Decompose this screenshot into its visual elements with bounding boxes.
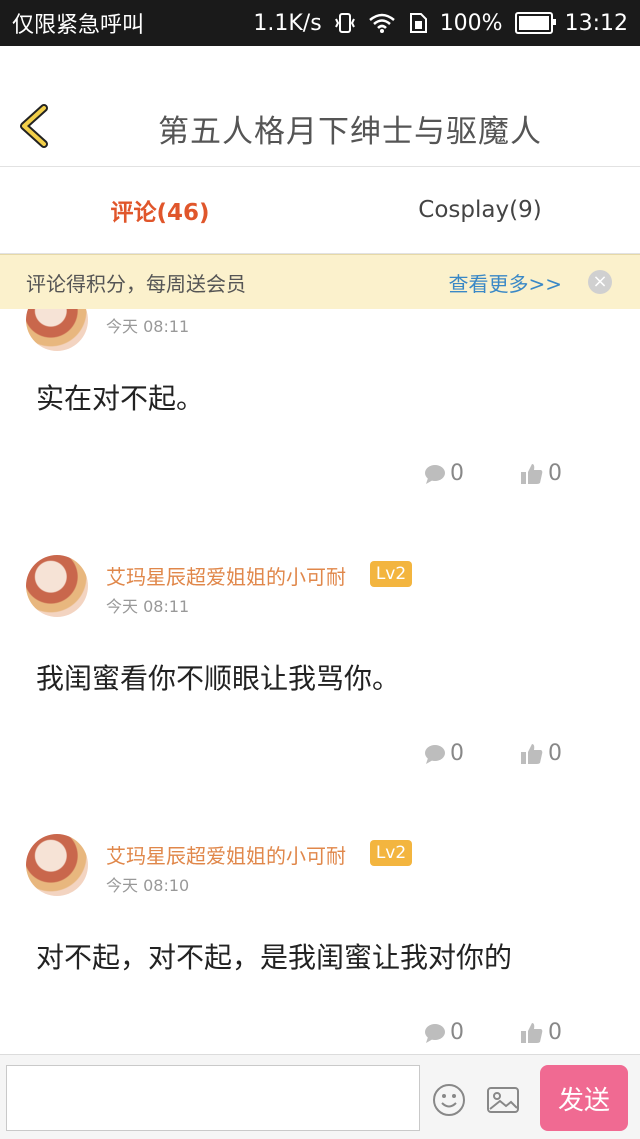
avatar[interactable]	[26, 834, 88, 896]
emoji-icon[interactable]	[432, 1083, 466, 1117]
username[interactable]: 艾玛星辰超爱姐姐的小可耐	[106, 840, 346, 869]
comment-item: 艾玛星辰超爱姐姐的小可耐 Lv2 今天 08:11 我闺蜜看你不顺眼让我骂你。 …	[0, 529, 640, 810]
comment-text: 我闺蜜看你不顺眼让我骂你。	[36, 662, 401, 695]
reply-count: 0	[450, 741, 464, 766]
reply-button[interactable]: 0	[424, 1020, 464, 1045]
reply-count: 0	[450, 1020, 464, 1045]
banner-text: 评论得积分，每周送会员	[26, 271, 246, 296]
thumbs-up-icon	[521, 743, 543, 764]
reply-count: 0	[450, 461, 464, 486]
carrier-text: 仅限紧急呼叫	[12, 13, 145, 38]
reply-button[interactable]: 0	[424, 461, 464, 486]
avatar[interactable]	[26, 309, 88, 351]
status-icons: 1.1K/s 100% 13:12	[253, 11, 628, 36]
username[interactable]: 艾玛星辰超爱姐姐的小可耐	[106, 561, 346, 590]
close-icon[interactable]: ×	[588, 270, 612, 294]
like-button[interactable]: 0	[520, 1020, 562, 1045]
comment-item: 今天 08:11 实在对不起。 0 0	[0, 309, 640, 530]
level-badge: Lv2	[370, 840, 412, 866]
clock: 13:12	[564, 10, 628, 36]
page-title: 第五人格月下绅士与驱魔人	[158, 114, 542, 150]
network-speed: 1.1K/s	[253, 10, 322, 36]
comment-text: 实在对不起。	[36, 382, 205, 415]
thumbs-up-icon	[521, 463, 543, 484]
tab-cosplay[interactable]: Cosplay(9)	[320, 167, 640, 253]
comment-time: 今天 08:11	[106, 317, 190, 336]
thumbs-up-icon	[521, 1022, 543, 1043]
like-button[interactable]: 0	[520, 461, 562, 486]
like-count: 0	[548, 461, 562, 486]
sim-icon	[409, 13, 427, 33]
comment-input-bar: 发送	[0, 1054, 640, 1139]
status-bar: 仅限紧急呼叫 1.1K/s 100% 13:12	[0, 0, 640, 46]
comment-item: 艾玛星辰超爱姐姐的小可耐 Lv2 今天 08:10 对不起，对不起，是我闺蜜让我…	[0, 808, 640, 1053]
comment-text: 对不起，对不起，是我闺蜜让我对你的	[36, 941, 513, 974]
comment-bubble-icon	[425, 744, 445, 764]
send-button[interactable]: 发送	[540, 1065, 628, 1131]
comment-input[interactable]	[6, 1065, 420, 1131]
level-badge: Lv2	[370, 561, 412, 587]
tab-comments[interactable]: 评论(46)	[0, 167, 320, 253]
promo-banner: 评论得积分，每周送会员 查看更多>> ×	[0, 254, 640, 310]
battery-icon	[514, 12, 556, 34]
like-count: 0	[548, 1020, 562, 1045]
battery-percent: 100%	[439, 10, 503, 36]
image-icon[interactable]	[486, 1083, 520, 1117]
like-count: 0	[548, 741, 562, 766]
view-more-link[interactable]: 查看更多>>	[448, 268, 562, 297]
vibrate-icon	[334, 13, 355, 33]
tab-bar: 评论(46) Cosplay(9)	[0, 167, 640, 254]
comment-time: 今天 08:10	[106, 876, 190, 895]
back-chevron-icon[interactable]	[16, 104, 52, 148]
like-button[interactable]: 0	[520, 741, 562, 766]
header-bar: 第五人格月下绅士与驱魔人	[0, 46, 640, 167]
avatar[interactable]	[26, 555, 88, 617]
comment-bubble-icon	[425, 464, 445, 484]
comment-time: 今天 08:11	[106, 597, 190, 616]
comment-list[interactable]: 今天 08:11 实在对不起。 0 0 艾玛星辰超爱姐姐的小可耐 Lv2 今天 …	[0, 309, 640, 1053]
wifi-icon	[368, 13, 395, 33]
reply-button[interactable]: 0	[424, 741, 464, 766]
comment-bubble-icon	[425, 1023, 445, 1043]
